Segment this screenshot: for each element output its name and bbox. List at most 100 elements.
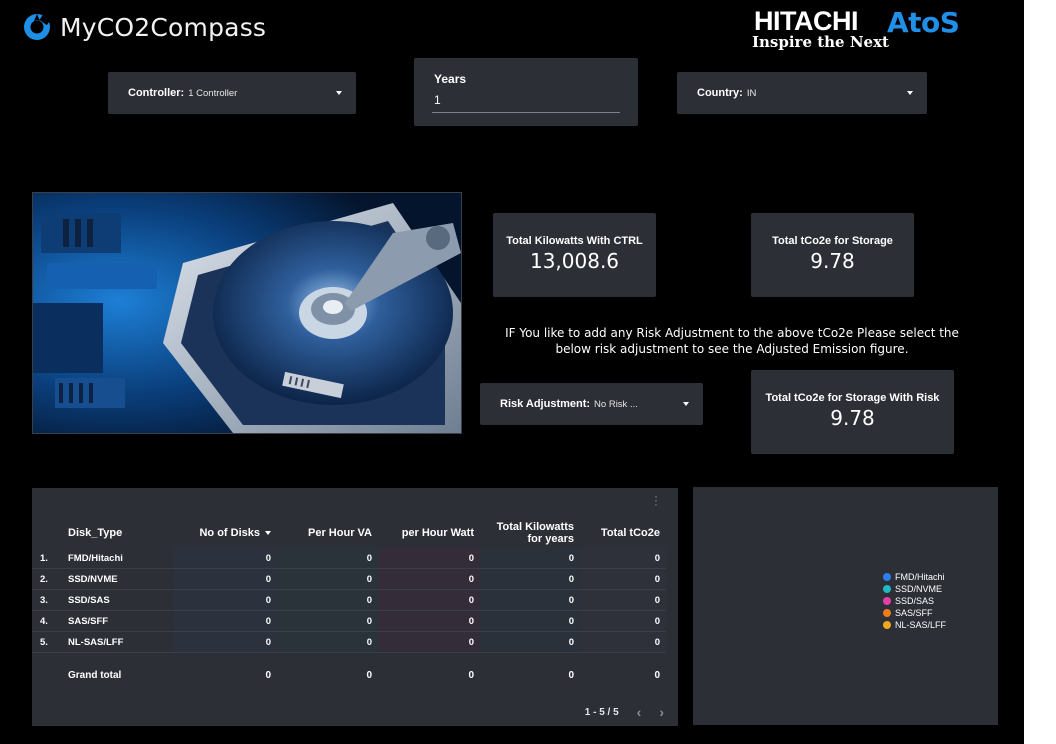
legend-item[interactable]: SAS/SFF [883, 607, 946, 619]
legend-item[interactable]: NL-SAS/LFF [883, 619, 946, 631]
row-index: 2. [32, 568, 62, 590]
cell-disk-type: SSD/SAS [62, 589, 174, 611]
col-header-per-hour-va[interactable]: Per Hour VA [277, 518, 378, 548]
kpi-total-kilowatts: Total Kilowatts With CTRL 13,008.6 [493, 213, 656, 297]
hard-drive-image [32, 192, 462, 434]
cell-per-hour-va: 0 [277, 589, 378, 611]
total-kilowatts: 0 [568, 669, 574, 681]
cell-no-of-disks: 0 [174, 610, 277, 632]
col-header-label: No of Disks [199, 527, 260, 539]
country-value: IN [746, 87, 757, 99]
total-tco2e: 0 [654, 669, 660, 681]
cell-per-hour-watt: 0 [378, 631, 480, 653]
years-input-underline [432, 112, 620, 113]
controller-dropdown[interactable]: Controller: 1 Controller [108, 72, 356, 114]
row-index: 4. [32, 610, 62, 632]
legend-label: SSD/SAS [895, 596, 935, 606]
legend-label: SAS/SFF [895, 608, 933, 618]
cell-total-kilowatts: 0 [480, 610, 580, 632]
risk-label: Risk Adjustment: [500, 398, 591, 410]
cell-total-tco2e: 0 [580, 568, 666, 590]
col-header-total-kilowatts[interactable]: Total Kilowatts for years [480, 518, 580, 548]
col-header-total-tco2e[interactable]: Total tCo2e [580, 518, 666, 548]
kpi-label: Total tCo2e for Storage With Risk [765, 392, 940, 404]
row-index: 1. [32, 548, 62, 569]
col-header-disk-type[interactable]: Disk_Type [62, 518, 174, 548]
controller-label: Controller: [128, 87, 185, 99]
cell-per-hour-va: 0 [277, 631, 378, 653]
disk-table: Disk_Type No of Disks Per Hour VA per Ho… [32, 518, 666, 697]
legend-item[interactable]: SSD/NVME [883, 583, 946, 595]
cell-no-of-disks: 0 [174, 631, 277, 653]
app-title: MyCO2Compass [60, 12, 267, 42]
kpi-value: 9.78 [830, 406, 875, 430]
cell-total-kilowatts: 0 [480, 548, 580, 569]
legend-item[interactable]: FMD/Hitachi [883, 571, 946, 583]
table-row[interactable]: 1. FMD/Hitachi 0 0 0 0 0 [32, 548, 666, 569]
table-header-row: Disk_Type No of Disks Per Hour VA per Ho… [32, 518, 666, 548]
legend-item[interactable]: SSD/SAS [883, 595, 946, 607]
row-index: 3. [32, 589, 62, 611]
cell-total-kilowatts: 0 [480, 568, 580, 590]
total-no-of-disks: 0 [265, 669, 271, 681]
kpi-label: Total Kilowatts With CTRL [506, 235, 643, 247]
kpi-total-tco2e: Total tCo2e for Storage 9.78 [751, 213, 914, 297]
table-row[interactable]: 2. SSD/NVME 0 0 0 0 0 [32, 568, 666, 590]
table-row[interactable]: 5. NL-SAS/LFF 0 0 0 0 0 [32, 631, 666, 653]
cell-total-kilowatts: 0 [480, 589, 580, 611]
years-input-card: Years 1 [414, 58, 638, 126]
legend-label: SSD/NVME [895, 584, 943, 594]
cell-no-of-disks: 0 [174, 589, 277, 611]
cell-per-hour-watt: 0 [378, 568, 480, 590]
kpi-value: 9.78 [810, 249, 855, 273]
cell-disk-type: SSD/NVME [62, 568, 174, 590]
table-pagination: 1 - 5 / 5 ‹ › [585, 704, 664, 720]
cell-per-hour-va: 0 [277, 568, 378, 590]
country-label: Country: [697, 87, 743, 99]
chart-legend: FMD/Hitachi SSD/NVME SSD/SAS SAS/SFF NL-… [883, 571, 946, 631]
more-vert-icon[interactable]: · · · [654, 490, 658, 510]
cell-total-tco2e: 0 [580, 610, 666, 632]
legend-dot [883, 609, 891, 617]
app-logo: MyCO2Compass [22, 12, 266, 42]
legend-dot [883, 597, 891, 605]
kpi-label: Total tCo2e for Storage [772, 235, 893, 247]
row-index [32, 653, 62, 698]
caret-down-icon [907, 91, 913, 95]
grand-total-row: Grand total 0 0 0 0 0 [32, 653, 666, 698]
cell-per-hour-watt: 0 [378, 610, 480, 632]
col-header-no-of-disks[interactable]: No of Disks [174, 518, 277, 548]
col-header-per-hour-watt[interactable]: per Hour Watt [378, 518, 480, 548]
kpi-value: 13,008.6 [529, 249, 620, 273]
country-dropdown[interactable]: Country: IN [677, 72, 927, 114]
cell-disk-type: SAS/SFF [62, 610, 174, 632]
risk-adjustment-note: IF You like to add any Risk Adjustment t… [505, 326, 959, 356]
legend-label: FMD/Hitachi [895, 572, 945, 582]
atos-logo-text: AtoS [887, 6, 960, 39]
caret-down-icon [683, 402, 689, 406]
years-input[interactable]: 1 [434, 93, 441, 107]
legend-dot [883, 573, 891, 581]
table-row[interactable]: 3. SSD/SAS 0 0 0 0 0 [32, 589, 666, 611]
legend-label: NL-SAS/LFF [895, 620, 947, 630]
kpi-total-tco2e-with-risk: Total tCo2e for Storage With Risk 9.78 [751, 370, 954, 454]
next-page-icon[interactable]: › [659, 704, 664, 720]
row-number-header [32, 518, 62, 548]
grand-total-label: Grand total [68, 669, 122, 681]
caret-down-icon [336, 91, 342, 95]
cell-per-hour-va: 0 [277, 610, 378, 632]
table-row[interactable]: 4. SAS/SFF 0 0 0 0 0 [32, 610, 666, 632]
prev-page-icon[interactable]: ‹ [637, 704, 642, 720]
risk-adjustment-dropdown[interactable]: Risk Adjustment: No Risk ... [480, 383, 703, 425]
cell-total-tco2e: 0 [580, 548, 666, 569]
total-per-hour-va: 0 [366, 669, 372, 681]
legend-dot [883, 585, 891, 593]
years-label: Years [434, 72, 467, 86]
sort-desc-icon [265, 531, 271, 536]
cell-total-tco2e: 0 [580, 631, 666, 653]
hitachi-tagline: Inspire the Next [752, 33, 889, 51]
disk-type-chart-card: FMD/Hitachi SSD/NVME SSD/SAS SAS/SFF NL-… [693, 487, 998, 725]
cell-per-hour-watt: 0 [378, 589, 480, 611]
row-index: 5. [32, 631, 62, 653]
cell-no-of-disks: 0 [174, 568, 277, 590]
